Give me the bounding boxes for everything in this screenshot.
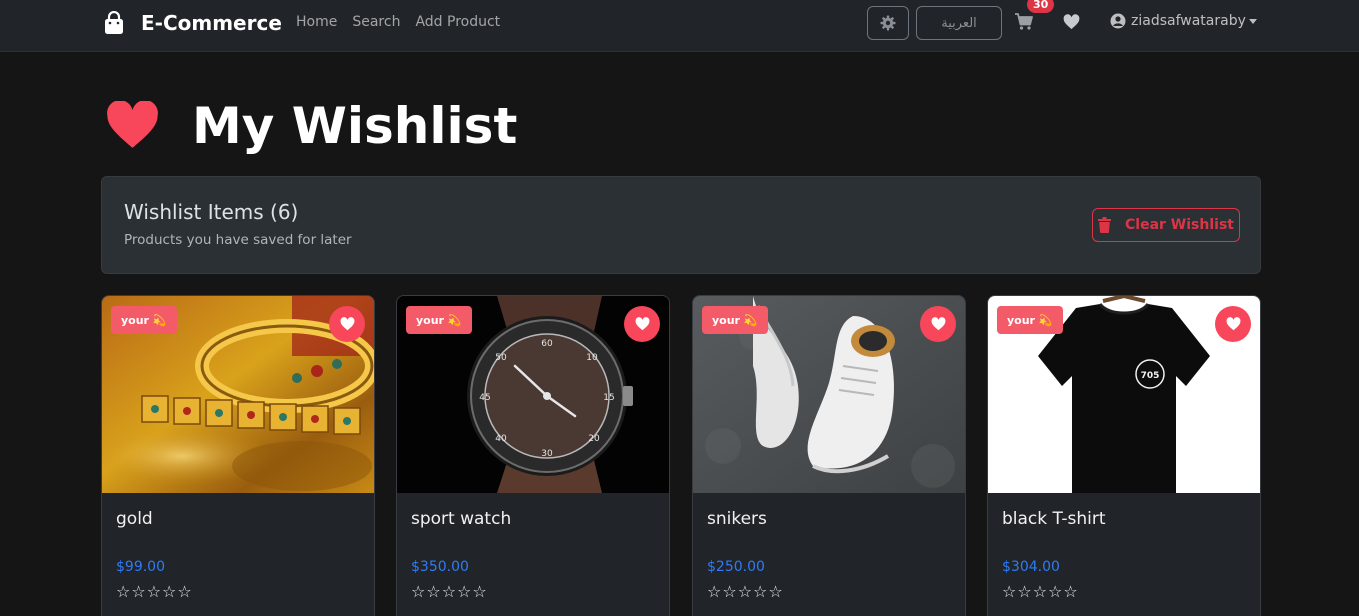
nav-link-home[interactable]: Home: [296, 14, 337, 30]
product-card[interactable]: 60 10 15 20 30 40 45 50 your 💫 sport watch $3…: [396, 295, 670, 616]
star-empty-icon: ☆: [768, 582, 783, 601]
star-empty-icon: ☆: [1017, 582, 1032, 601]
wishlist-count-heading: Wishlist Items (6): [124, 200, 299, 224]
svg-text:20: 20: [588, 434, 600, 444]
brand-name: E-Commerce: [141, 11, 282, 35]
user-circle-icon: [1110, 13, 1126, 29]
gear-icon: [880, 15, 896, 31]
user-menu-dropdown[interactable]: ziadsafwataraby: [1110, 13, 1257, 29]
wishlist-heart-icon[interactable]: [1063, 14, 1080, 30]
product-tag: your 💫: [406, 306, 472, 334]
star-empty-icon: ☆: [457, 582, 472, 601]
language-toggle-button[interactable]: العربية: [916, 6, 1002, 40]
svg-text:60: 60: [541, 339, 553, 349]
product-name[interactable]: black T-shirt: [1002, 509, 1106, 529]
star-empty-icon: ☆: [707, 582, 722, 601]
heart-icon: [1226, 317, 1240, 331]
svg-text:45: 45: [479, 393, 490, 403]
clear-wishlist-button[interactable]: Clear Wishlist: [1092, 208, 1240, 242]
star-empty-icon: ☆: [426, 582, 441, 601]
rating-stars: ☆ ☆ ☆ ☆ ☆: [411, 583, 488, 600]
brand-link[interactable]: E-Commerce: [103, 10, 282, 36]
username-label: ziadsafwataraby: [1131, 13, 1246, 29]
star-empty-icon: ☆: [1063, 582, 1078, 601]
product-price: $250.00: [707, 559, 765, 575]
wishlist-subtitle: Products you have saved for later: [124, 232, 352, 248]
product-price: $350.00: [411, 559, 469, 575]
heart-icon: [635, 317, 649, 331]
star-empty-icon: ☆: [162, 582, 177, 601]
top-navbar: E-Commerce Home Search Add Product العرب…: [0, 0, 1359, 52]
star-empty-icon: ☆: [411, 582, 426, 601]
svg-text:30: 30: [541, 449, 553, 459]
product-name[interactable]: gold: [116, 509, 153, 529]
rating-stars: ☆ ☆ ☆ ☆ ☆: [116, 583, 193, 600]
svg-text:15: 15: [603, 393, 614, 403]
product-name[interactable]: sport watch: [411, 509, 511, 529]
star-empty-icon: ☆: [753, 582, 768, 601]
product-card[interactable]: your 💫 gold $99.00 ☆ ☆ ☆ ☆ ☆: [101, 295, 375, 616]
star-empty-icon: ☆: [737, 582, 753, 601]
cart-count-badge: 30: [1027, 0, 1055, 13]
remove-from-wishlist-button[interactable]: [624, 306, 660, 342]
product-name[interactable]: snikers: [707, 509, 767, 529]
heart-icon: [931, 317, 945, 331]
star-empty-icon: ☆: [441, 582, 457, 601]
svg-text:705: 705: [1141, 371, 1160, 381]
clear-wishlist-label: Clear Wishlist: [1125, 217, 1234, 233]
product-card[interactable]: 705 your 💫 black T-shirt $304.00 ☆ ☆ ☆ ☆ ☆: [987, 295, 1261, 616]
shopping-bag-icon: [105, 11, 123, 34]
svg-text:50: 50: [495, 353, 507, 363]
nav-links: Home Search Add Product: [296, 14, 515, 30]
settings-button[interactable]: [867, 6, 909, 40]
product-tag: your 💫: [111, 306, 177, 334]
svg-text:10: 10: [586, 353, 598, 363]
page-title: My Wishlist: [192, 97, 518, 155]
trash-icon: [1098, 217, 1112, 233]
star-empty-icon: ☆: [722, 582, 737, 601]
nav-link-search[interactable]: Search: [352, 14, 400, 30]
product-price: $304.00: [1002, 559, 1060, 575]
star-empty-icon: ☆: [1032, 582, 1048, 601]
star-empty-icon: ☆: [1048, 582, 1063, 601]
svg-text:40: 40: [495, 434, 507, 444]
rating-stars: ☆ ☆ ☆ ☆ ☆: [1002, 583, 1079, 600]
product-tag: your 💫: [702, 306, 768, 334]
product-price: $99.00: [116, 559, 165, 575]
remove-from-wishlist-button[interactable]: [1215, 306, 1251, 342]
heart-icon: [340, 317, 354, 331]
product-card[interactable]: your 💫 snikers $250.00 ☆ ☆ ☆ ☆ ☆: [692, 295, 966, 616]
star-empty-icon: ☆: [177, 582, 192, 601]
star-empty-icon: ☆: [146, 582, 162, 601]
star-empty-icon: ☆: [131, 582, 146, 601]
star-empty-icon: ☆: [472, 582, 487, 601]
chevron-down-icon: [1248, 18, 1257, 24]
wishlist-summary-panel: Wishlist Items (6) Products you have sav…: [101, 176, 1261, 274]
star-empty-icon: ☆: [116, 582, 131, 601]
nav-link-add-product[interactable]: Add Product: [415, 14, 500, 30]
star-empty-icon: ☆: [1002, 582, 1017, 601]
heart-icon: [107, 101, 158, 148]
cart-icon[interactable]: [1014, 12, 1034, 32]
remove-from-wishlist-button[interactable]: [329, 306, 365, 342]
remove-from-wishlist-button[interactable]: [920, 306, 956, 342]
product-tag: your 💫: [997, 306, 1063, 334]
rating-stars: ☆ ☆ ☆ ☆ ☆: [707, 583, 784, 600]
